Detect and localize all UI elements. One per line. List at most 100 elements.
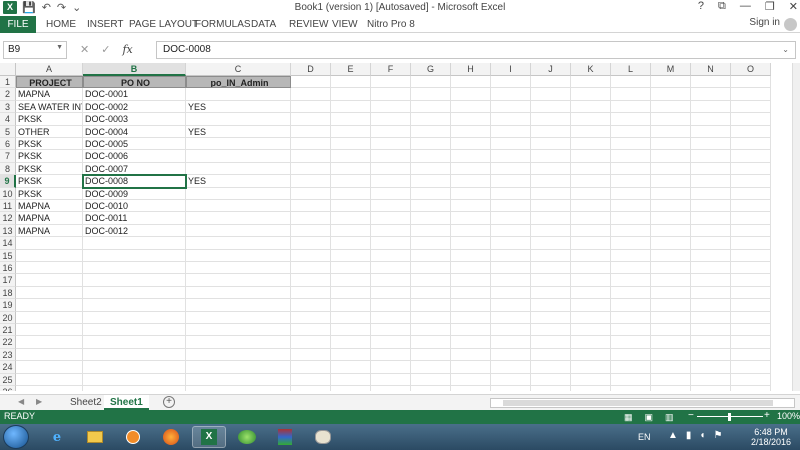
row-header-15[interactable]: 15 bbox=[0, 249, 16, 262]
cell-a17[interactable] bbox=[16, 274, 83, 287]
cell-a26[interactable] bbox=[16, 386, 83, 391]
tab-view[interactable]: VIEW bbox=[332, 16, 358, 33]
cell-h18[interactable] bbox=[451, 286, 491, 300]
cell-h15[interactable] bbox=[451, 249, 491, 262]
winrar-icon[interactable] bbox=[268, 426, 302, 448]
cell-m6[interactable] bbox=[651, 138, 691, 151]
cell-o9[interactable] bbox=[731, 175, 771, 188]
cell-n21[interactable] bbox=[691, 324, 731, 337]
cell-g23[interactable] bbox=[411, 348, 451, 362]
column-header-i[interactable]: I bbox=[491, 63, 531, 76]
cell-a25[interactable] bbox=[16, 373, 83, 386]
cell-i9[interactable] bbox=[491, 175, 531, 188]
cell-g7[interactable] bbox=[411, 150, 451, 163]
row-header-9[interactable]: 9 bbox=[0, 175, 16, 188]
cell-m7[interactable] bbox=[651, 150, 691, 163]
cell-m13[interactable] bbox=[651, 224, 691, 238]
row-header-6[interactable]: 6 bbox=[0, 138, 16, 151]
cell-c4[interactable] bbox=[186, 113, 291, 126]
cell-g26[interactable] bbox=[411, 386, 451, 391]
cell-l12[interactable] bbox=[611, 212, 651, 225]
cell-c3[interactable]: YES bbox=[186, 100, 291, 114]
cell-b6[interactable]: DOC-0005 bbox=[83, 138, 186, 151]
cell-j13[interactable] bbox=[531, 224, 571, 238]
cell-o4[interactable] bbox=[731, 113, 771, 126]
ribbon-display-button[interactable]: ⧉ bbox=[718, 0, 726, 13]
cell-g14[interactable] bbox=[411, 237, 451, 250]
cell-g4[interactable] bbox=[411, 113, 451, 126]
cell-d18[interactable] bbox=[291, 286, 331, 300]
cell-l11[interactable] bbox=[611, 200, 651, 213]
cell-j18[interactable] bbox=[531, 286, 571, 300]
cell-j8[interactable] bbox=[531, 162, 571, 176]
cell-e15[interactable] bbox=[331, 249, 371, 262]
cell-h1[interactable] bbox=[451, 76, 491, 89]
cell-d15[interactable] bbox=[291, 249, 331, 262]
cell-o26[interactable] bbox=[731, 386, 771, 391]
cell-b21[interactable] bbox=[83, 324, 186, 337]
cell-n25[interactable] bbox=[691, 373, 731, 386]
cell-o7[interactable] bbox=[731, 150, 771, 163]
cell-o6[interactable] bbox=[731, 138, 771, 151]
cell-c6[interactable] bbox=[186, 138, 291, 151]
row-header-21[interactable]: 21 bbox=[0, 324, 16, 337]
cell-l4[interactable] bbox=[611, 113, 651, 126]
cell-g16[interactable] bbox=[411, 262, 451, 275]
cell-f3[interactable] bbox=[371, 100, 411, 114]
cell-g22[interactable] bbox=[411, 336, 451, 349]
cell-k22[interactable] bbox=[571, 336, 611, 349]
cell-f14[interactable] bbox=[371, 237, 411, 250]
cell-k6[interactable] bbox=[571, 138, 611, 151]
cell-k19[interactable] bbox=[571, 299, 611, 312]
cell-n4[interactable] bbox=[691, 113, 731, 126]
cell-c15[interactable] bbox=[186, 249, 291, 262]
cell-c25[interactable] bbox=[186, 373, 291, 386]
cell-o5[interactable] bbox=[731, 125, 771, 138]
row-header-8[interactable]: 8 bbox=[0, 162, 16, 176]
cell-d7[interactable] bbox=[291, 150, 331, 163]
cell-j10[interactable] bbox=[531, 187, 571, 200]
cell-c26[interactable] bbox=[186, 386, 291, 391]
cell-e5[interactable] bbox=[331, 125, 371, 138]
cell-k14[interactable] bbox=[571, 237, 611, 250]
cell-a19[interactable] bbox=[16, 299, 83, 312]
cell-c17[interactable] bbox=[186, 274, 291, 287]
cell-b8[interactable]: DOC-0007 bbox=[83, 162, 186, 176]
cell-g1[interactable] bbox=[411, 76, 451, 89]
cell-l1[interactable] bbox=[611, 76, 651, 89]
cell-d8[interactable] bbox=[291, 162, 331, 176]
cell-i21[interactable] bbox=[491, 324, 531, 337]
cell-e20[interactable] bbox=[331, 311, 371, 324]
cell-c5[interactable]: YES bbox=[186, 125, 291, 138]
cell-f18[interactable] bbox=[371, 286, 411, 300]
cell-e6[interactable] bbox=[331, 138, 371, 151]
cell-a16[interactable] bbox=[16, 262, 83, 275]
cell-m19[interactable] bbox=[651, 299, 691, 312]
cell-j1[interactable] bbox=[531, 76, 571, 89]
restore-button[interactable]: ❐ bbox=[765, 0, 775, 13]
cell-k12[interactable] bbox=[571, 212, 611, 225]
zoom-out-icon[interactable]: − bbox=[688, 410, 694, 421]
cell-d10[interactable] bbox=[291, 187, 331, 200]
zoom-level[interactable]: 100% bbox=[777, 411, 800, 421]
cell-m18[interactable] bbox=[651, 286, 691, 300]
zoom-slider-thumb[interactable] bbox=[728, 413, 731, 421]
row-header-20[interactable]: 20 bbox=[0, 311, 16, 324]
cell-i19[interactable] bbox=[491, 299, 531, 312]
cell-b5[interactable]: DOC-0004 bbox=[83, 125, 186, 138]
cell-h21[interactable] bbox=[451, 324, 491, 337]
cell-b3[interactable]: DOC-0002 bbox=[83, 100, 186, 114]
cell-o8[interactable] bbox=[731, 162, 771, 176]
cell-b22[interactable] bbox=[83, 336, 186, 349]
cell-m14[interactable] bbox=[651, 237, 691, 250]
vertical-scrollbar[interactable] bbox=[792, 63, 800, 391]
cell-i2[interactable] bbox=[491, 88, 531, 101]
cell-l8[interactable] bbox=[611, 162, 651, 176]
cell-h4[interactable] bbox=[451, 113, 491, 126]
cell-g25[interactable] bbox=[411, 373, 451, 386]
cell-d3[interactable] bbox=[291, 100, 331, 114]
cell-b26[interactable] bbox=[83, 386, 186, 391]
cell-j11[interactable] bbox=[531, 200, 571, 213]
cell-n18[interactable] bbox=[691, 286, 731, 300]
excel-taskbar-icon[interactable]: X bbox=[192, 426, 226, 448]
